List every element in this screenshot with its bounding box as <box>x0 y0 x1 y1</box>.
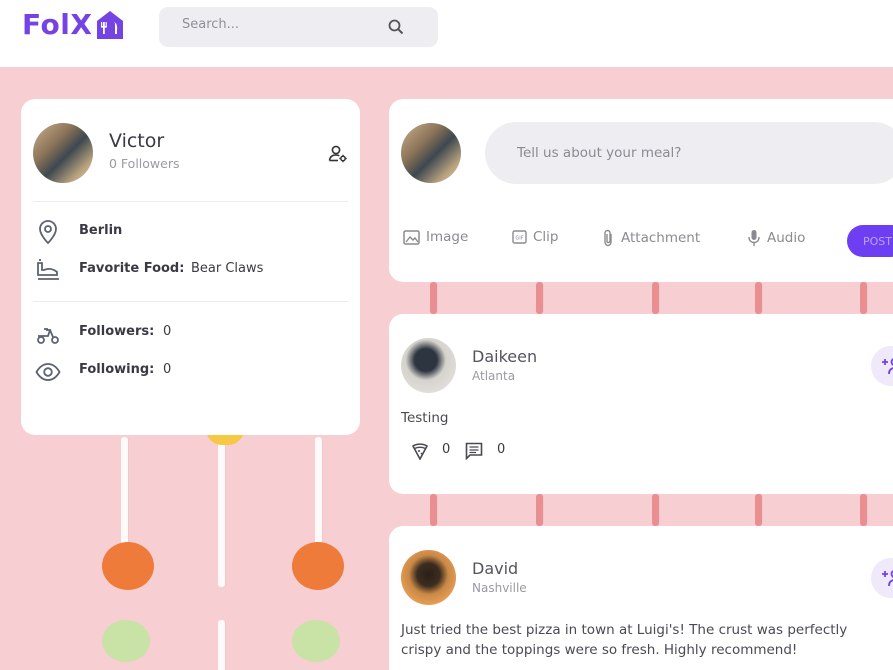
post-author[interactable]: David <box>472 559 518 578</box>
divider <box>33 201 348 202</box>
user-settings-icon[interactable] <box>328 144 348 164</box>
eye-icon <box>35 363 61 381</box>
post-author[interactable]: Daikeen <box>472 347 537 366</box>
search-bar[interactable] <box>159 7 438 47</box>
search-icon[interactable] <box>388 19 404 35</box>
svg-text:GIF: GIF <box>515 236 523 242</box>
avatar[interactable] <box>33 123 93 183</box>
audio-label: Audio <box>767 230 806 246</box>
divider <box>33 301 348 302</box>
gif-icon: GIF <box>512 230 527 244</box>
brand-logo[interactable]: FolX <box>22 8 124 41</box>
food-house-icon <box>97 10 124 39</box>
add-user-icon <box>882 358 893 375</box>
image-icon <box>403 229 420 245</box>
post-text: Just tried the best pizza in town at Lui… <box>401 622 848 658</box>
image-label: Image <box>426 229 469 245</box>
post-text: Testing <box>401 410 449 426</box>
avatar[interactable] <box>401 123 461 183</box>
post-location: Nashville <box>472 581 527 595</box>
followers-count: 0 <box>163 324 172 339</box>
pizza-slice-icon[interactable] <box>411 442 429 460</box>
add-user-icon <box>882 570 893 587</box>
following-count: 0 <box>163 362 172 377</box>
following-label: Following: <box>79 362 155 377</box>
follow-button[interactable] <box>871 558 893 598</box>
comment-count: 0 <box>497 442 506 457</box>
favorite-food-label: Favorite Food: <box>79 261 185 276</box>
paperclip-icon <box>604 229 612 247</box>
top-navbar: FolX <box>0 0 893 67</box>
location-value: Berlin <box>79 223 123 238</box>
comment-icon[interactable] <box>465 442 483 460</box>
post-location: Atlanta <box>472 369 516 383</box>
avatar[interactable] <box>401 550 456 605</box>
microphone-icon <box>748 230 760 246</box>
favorite-food-value: Bear Claws <box>191 261 264 276</box>
clip-button[interactable]: GIF Clip <box>512 229 559 245</box>
post-card: David Nashville Just tried the best pizz… <box>389 526 893 670</box>
post-button[interactable]: POST <box>847 225 893 257</box>
post-card: Daikeen Atlanta Testing 0 0 <box>389 314 893 494</box>
profile-card: Victor 0 Followers Berlin Favorite Food:… <box>21 99 360 435</box>
food-tray-icon <box>37 259 59 280</box>
avatar[interactable] <box>401 338 456 393</box>
audio-button[interactable]: Audio <box>747 229 805 247</box>
followers-label: Followers: <box>79 324 155 339</box>
attachment-label: Attachment <box>621 230 701 246</box>
location-pin-icon <box>39 220 57 245</box>
compose-card: Image GIF Clip Attachment Audio POST <box>389 99 893 282</box>
meal-input[interactable] <box>485 122 893 184</box>
attachment-button[interactable]: Attachment <box>601 229 700 247</box>
image-button[interactable]: Image <box>403 229 468 245</box>
clip-label: Clip <box>533 229 559 245</box>
like-count: 0 <box>442 442 451 457</box>
brand-name: FolX <box>22 8 93 41</box>
search-input[interactable] <box>182 17 382 32</box>
profile-followers-text: 0 Followers <box>109 156 180 171</box>
profile-name: Victor <box>109 130 165 152</box>
follow-button[interactable] <box>871 346 893 386</box>
scooter-icon <box>37 328 59 344</box>
